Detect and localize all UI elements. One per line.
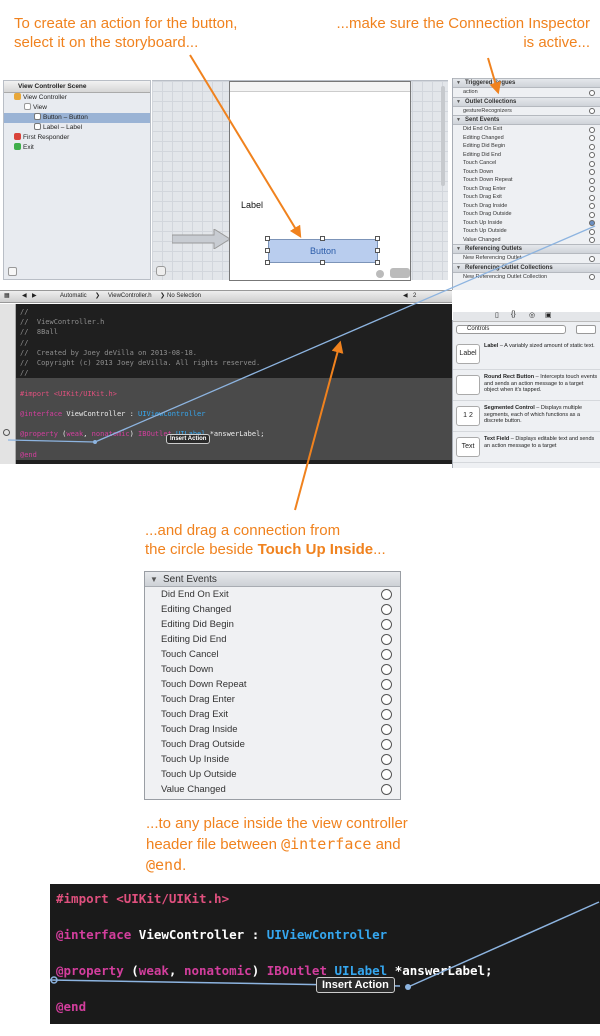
callout-text: the circle beside xyxy=(145,541,258,558)
connection-circle-icon[interactable] xyxy=(381,694,392,705)
sent-event-row[interactable]: Value Changed xyxy=(145,782,400,797)
connection-circle-icon[interactable] xyxy=(381,769,392,780)
callout-line: the circle beside Touch Up Inside... xyxy=(145,540,386,559)
sent-event-row[interactable]: Touch Down xyxy=(145,662,400,677)
zoomed-code-editor[interactable]: #import <UIKit/UIKit.h> @interface ViewC… xyxy=(50,884,600,1024)
sent-event-row[interactable]: Touch Drag Enter xyxy=(145,692,400,707)
connection-circle-icon[interactable] xyxy=(381,739,392,750)
sent-event-label: Touch Drag Outside xyxy=(161,739,245,750)
sent-event-row[interactable]: Touch Drag Inside xyxy=(145,722,400,737)
connection-circle-icon[interactable] xyxy=(381,709,392,720)
sent-event-label: Touch Drag Exit xyxy=(161,709,229,720)
arrow-to-button xyxy=(189,54,302,239)
arrow-to-editor xyxy=(294,340,344,511)
connection-circle-icon[interactable] xyxy=(381,604,392,615)
callout-text: ... xyxy=(373,541,386,558)
sent-event-label: Touch Up Outside xyxy=(161,769,237,780)
sent-event-row[interactable]: Touch Up Inside xyxy=(145,752,400,767)
sent-event-label: Touch Down Repeat xyxy=(161,679,247,690)
connection-circle-icon[interactable] xyxy=(381,649,392,660)
connection-circle-icon[interactable] xyxy=(381,619,392,630)
connection-circle-icon[interactable] xyxy=(381,724,392,735)
connection-circle-icon[interactable] xyxy=(381,784,392,795)
sent-event-label: Value Changed xyxy=(161,784,226,795)
sent-event-label: Touch Drag Inside xyxy=(161,724,238,735)
callout-text: . xyxy=(182,857,187,874)
sent-event-row[interactable]: Touch Cancel xyxy=(145,647,400,662)
sent-event-label: Editing Did End xyxy=(161,634,227,645)
sent-event-label: Did End On Exit xyxy=(161,589,229,600)
insert-action-tooltip: Insert Action xyxy=(316,977,395,993)
connection-line-icon xyxy=(50,901,600,990)
callout-drop-target: ...to any place inside the view controll… xyxy=(146,813,408,876)
sent-event-label: Touch Cancel xyxy=(161,649,219,660)
sent-events-rows: Did End On Exit Editing Changed Editing Di… xyxy=(145,587,400,797)
sent-event-row[interactable]: Editing Did End xyxy=(145,632,400,647)
annotation-arrows xyxy=(189,54,502,511)
sent-event-row[interactable]: Touch Drag Outside xyxy=(145,737,400,752)
callout-code: @interface xyxy=(281,835,372,853)
sent-event-label: Editing Changed xyxy=(161,604,232,615)
sent-events-header[interactable]: Sent Events xyxy=(145,572,400,587)
callout-line: header file between @interface and xyxy=(146,834,408,855)
callout-drag-connection: ...and drag a connection from the circle… xyxy=(145,521,386,559)
callout-code: @end xyxy=(146,856,183,874)
arrow-to-inspector xyxy=(487,57,502,95)
sent-event-row[interactable]: Editing Did Begin xyxy=(145,617,400,632)
callout-text: and xyxy=(371,836,401,853)
sent-event-label: Editing Did Begin xyxy=(161,619,234,630)
callout-line: @end. xyxy=(146,855,408,876)
sent-event-row[interactable]: Touch Up Outside xyxy=(145,767,400,782)
callout-text: header file between xyxy=(146,836,282,853)
sent-event-row[interactable]: Editing Changed xyxy=(145,602,400,617)
callout-line: ...to any place inside the view controll… xyxy=(146,815,408,832)
callout-emphasis: Touch Up Inside xyxy=(257,541,374,558)
sent-event-label: Touch Drag Enter xyxy=(161,694,235,705)
connection-circle-icon[interactable] xyxy=(381,754,392,765)
callout-line: ...and drag a connection from xyxy=(145,522,341,539)
connection-circle-icon[interactable] xyxy=(381,679,392,690)
sent-event-label: Touch Down xyxy=(161,664,214,675)
connection-circle-icon[interactable] xyxy=(381,589,392,600)
connection-circle-icon[interactable] xyxy=(381,664,392,675)
sent-events-panel: Sent Events Did End On Exit Editing Chang… xyxy=(144,571,401,800)
connection-circle-icon[interactable] xyxy=(381,634,392,645)
sent-event-row[interactable]: Touch Drag Exit xyxy=(145,707,400,722)
sent-event-label: Touch Up Inside xyxy=(161,754,230,765)
sent-event-row[interactable]: Touch Down Repeat xyxy=(145,677,400,692)
sent-event-row[interactable]: Did End On Exit xyxy=(145,587,400,602)
